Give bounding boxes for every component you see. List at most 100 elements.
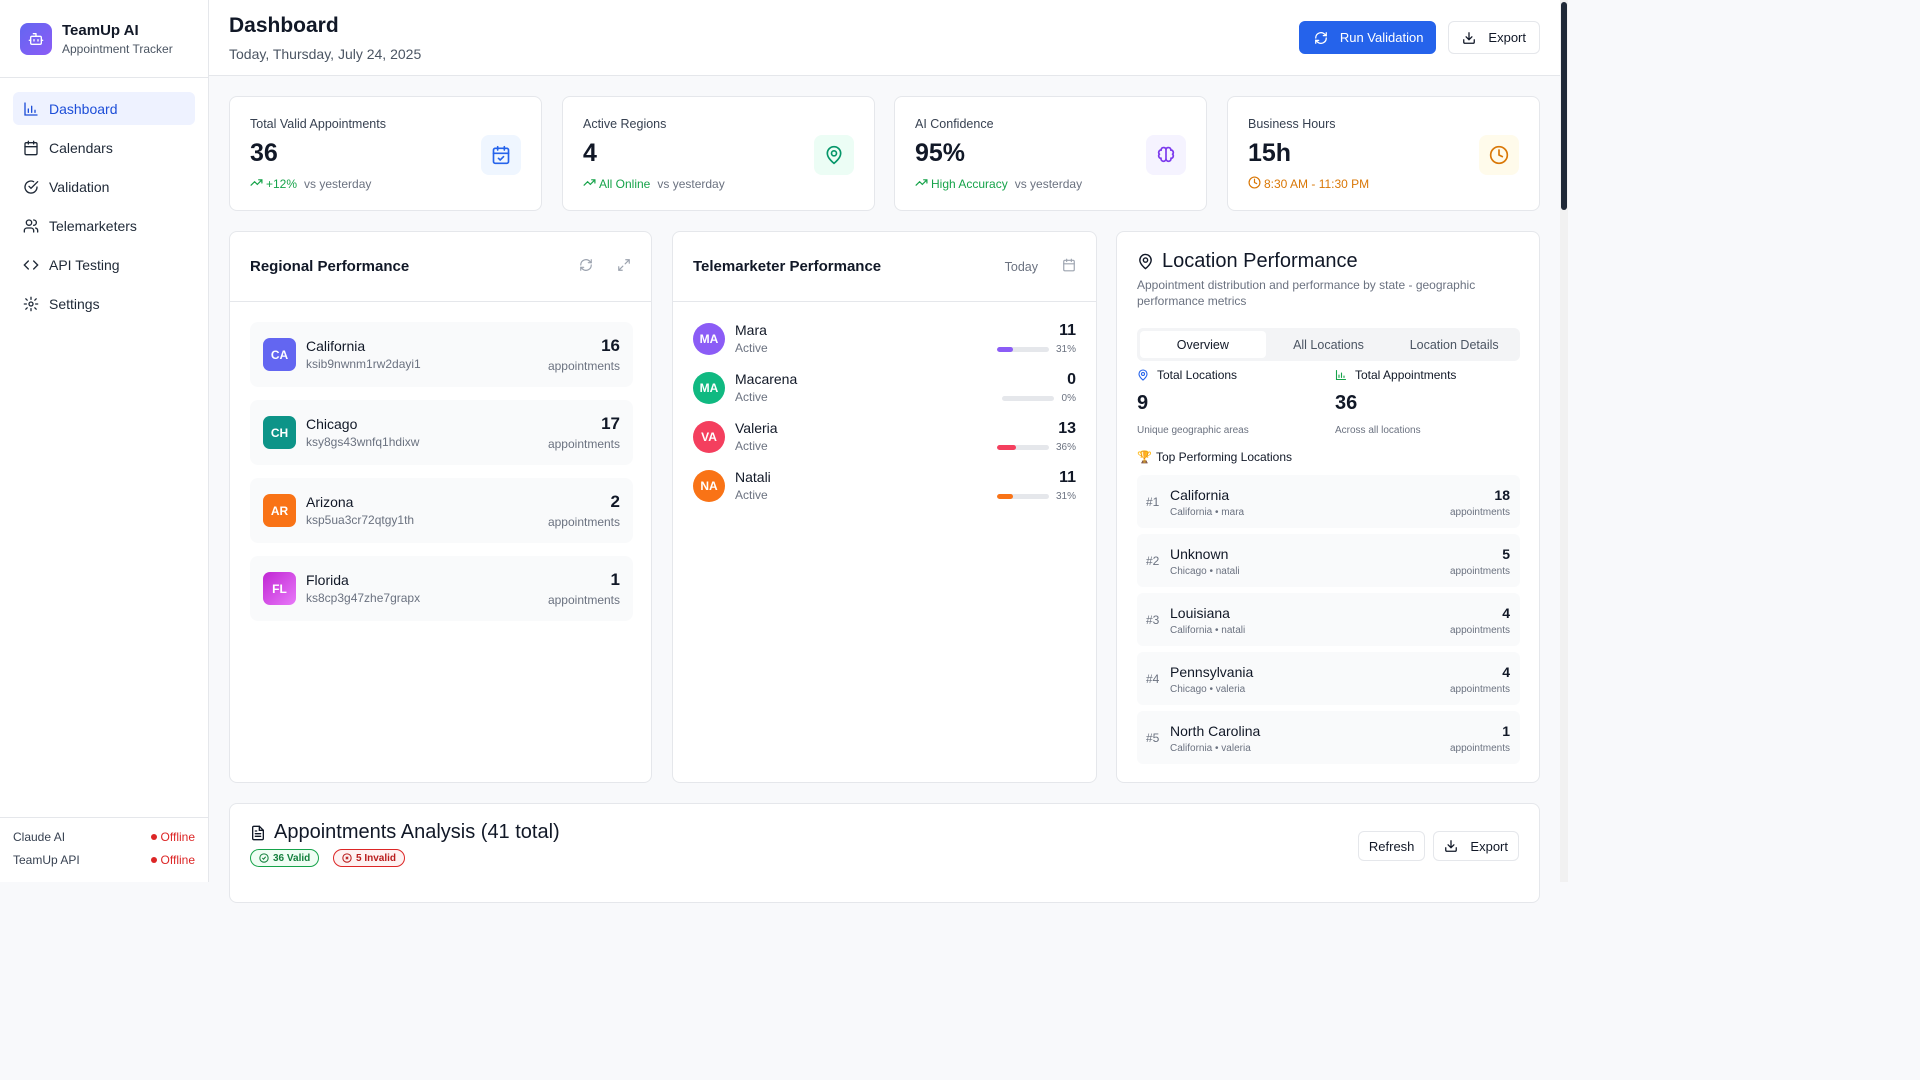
- region-item-california[interactable]: CA California ksib9nwnm1rw2dayi1 16 appo…: [250, 322, 633, 387]
- map-pin-icon: [814, 135, 854, 175]
- sidebar-item-label: API Testing: [49, 256, 120, 273]
- tab-all-locations[interactable]: All Locations: [1266, 331, 1392, 358]
- page-scrollbar[interactable]: [1560, 0, 1568, 882]
- total-locations-stat: Total Locations 9 Unique geographic area…: [1137, 368, 1317, 436]
- stat-card-ai-confidence: AI Confidence 95% High Accuracy vs yeste…: [894, 96, 1207, 211]
- x-circle-icon: [342, 853, 352, 863]
- region-unit: appointments: [547, 593, 620, 607]
- region-badge: CA: [263, 338, 296, 371]
- location-rank: #4: [1146, 672, 1160, 686]
- tab-location-details[interactable]: Location Details: [1391, 331, 1517, 358]
- location-sub: Chicago • natali: [1170, 566, 1240, 577]
- telemarketer-percent: 36%: [1055, 442, 1076, 453]
- stat-trend: +12% vs yesterday: [250, 176, 521, 192]
- top-locations-heading: 🏆 Top Performing Locations: [1137, 450, 1292, 464]
- telemarketer-item-valeria[interactable]: VA Valeria Active 13 36%: [693, 418, 1076, 458]
- location-unit: appointments: [1449, 507, 1510, 518]
- stat-trend: All Online vs yesterday: [583, 176, 854, 192]
- panel-tools: Today: [1005, 258, 1076, 276]
- valid-badge: 36 Valid: [250, 849, 320, 867]
- stat-compare: vs yesterday: [1014, 177, 1083, 191]
- total-appointments-note: Across all locations: [1335, 425, 1421, 436]
- sidebar-nav: Dashboard Calendars Validation Telemarke…: [0, 78, 208, 340]
- telemarketer-name: Valeria: [735, 420, 778, 436]
- total-locations-value: 9: [1137, 392, 1149, 414]
- sidebar-item-api-testing[interactable]: API Testing: [13, 248, 195, 281]
- telemarketer-item-natali[interactable]: NA Natali Active 11 31%: [693, 467, 1076, 507]
- stat-trend-text: 8:30 AM - 11:30 PM: [1264, 177, 1370, 191]
- tab-overview[interactable]: Overview: [1140, 331, 1266, 358]
- date-filter[interactable]: Today: [1005, 260, 1038, 274]
- location-tabs: Overview All Locations Location Details: [1137, 328, 1520, 361]
- location-description: Appointment distribution and performance…: [1137, 278, 1476, 308]
- analysis-actions: Refresh Export: [1357, 831, 1519, 861]
- top-location-item[interactable]: #4 Pennsylvania Chicago • valeria 4 appo…: [1137, 652, 1520, 705]
- panel-header: Regional Performance: [230, 232, 651, 302]
- stat-label: Active Regions: [583, 117, 667, 131]
- progress-bar: [997, 445, 1049, 450]
- refresh-icon[interactable]: [579, 258, 593, 276]
- regional-performance-panel: Regional Performance CA California ksib9…: [229, 231, 652, 783]
- telemarketer-item-mara[interactable]: MA Mara Active 11 31%: [693, 320, 1076, 360]
- sidebar-item-dashboard[interactable]: Dashboard: [13, 92, 195, 125]
- location-sub: Chicago • valeria: [1170, 684, 1246, 695]
- sidebar-item-label: Telemarketers: [49, 217, 137, 234]
- map-pin-icon: [1137, 369, 1149, 381]
- appointments-analysis-panel: Appointments Analysis (41 total) 36 Vali…: [229, 803, 1540, 903]
- sidebar-item-validation[interactable]: Validation: [13, 170, 195, 203]
- telemarketer-performance-panel: Telemarketer Performance Today MA Mara A…: [672, 231, 1097, 783]
- top-location-item[interactable]: #3 Louisiana California • natali 4 appoi…: [1137, 593, 1520, 646]
- region-name: California: [306, 338, 366, 354]
- sidebar-item-label: Dashboard: [49, 100, 118, 117]
- region-item-arizona[interactable]: AR Arizona ksp5ua3cr72qtgy1th 2 appointm…: [250, 478, 633, 543]
- service-teamup: TeamUp API Offline: [13, 853, 195, 867]
- region-id: ksp5ua3cr72qtgy1th: [306, 513, 415, 527]
- stat-compare: vs yesterday: [304, 177, 372, 191]
- panel-tools: [579, 258, 631, 276]
- clock-icon: [1248, 176, 1261, 192]
- analysis-export-button[interactable]: Export: [1433, 831, 1519, 861]
- telemarketer-percent: 31%: [1055, 491, 1076, 502]
- sidebar-item-settings[interactable]: Settings: [13, 287, 195, 320]
- region-item-florida[interactable]: FL Florida ks8cp3g47zhe7grapx 1 appointm…: [250, 556, 633, 621]
- location-count: 4: [1502, 664, 1510, 680]
- run-validation-button[interactable]: Run Validation: [1298, 21, 1437, 54]
- stat-compare: vs yesterday: [657, 177, 725, 191]
- brain-icon: [1146, 135, 1186, 175]
- location-name: North Carolina: [1170, 723, 1261, 739]
- sidebar-item-calendars[interactable]: Calendars: [13, 131, 195, 164]
- telemarketer-item-macarena[interactable]: MA Macarena Active 0 0%: [693, 369, 1076, 409]
- region-item-chicago[interactable]: CH Chicago ksy8gs43wnfq1hdixw 17 appoint…: [250, 400, 633, 465]
- stat-label: Business Hours: [1248, 117, 1336, 131]
- refresh-button[interactable]: Refresh: [1357, 831, 1426, 861]
- header-actions: Run Validation Export: [1298, 21, 1540, 54]
- region-badge: AR: [263, 494, 296, 527]
- region-count: 1: [610, 570, 620, 589]
- top-location-item[interactable]: #1 California California • mara 18 appoi…: [1137, 475, 1520, 528]
- location-rank: #5: [1146, 731, 1160, 745]
- location-performance-panel: Location Performance Appointment distrib…: [1116, 231, 1540, 783]
- top-location-item[interactable]: #5 North Carolina California • valeria 1…: [1137, 711, 1520, 764]
- panel-title: Regional Performance: [250, 258, 410, 275]
- total-appointments-value: 36: [1335, 392, 1358, 414]
- telemarketer-percent: 0%: [1061, 393, 1076, 404]
- region-id: ks8cp3g47zhe7grapx: [306, 591, 421, 605]
- trophy-icon: 🏆: [1137, 450, 1152, 464]
- bar-chart-icon: [1335, 369, 1347, 381]
- location-unit: appointments: [1449, 743, 1510, 754]
- check-circle-icon: [23, 179, 39, 195]
- panel-header: Telemarketer Performance Today: [673, 232, 1096, 302]
- region-count: 16: [601, 336, 620, 355]
- calendar-icon[interactable]: [1062, 258, 1076, 276]
- panel-title: Telemarketer Performance: [693, 258, 882, 275]
- telemarketer-name: Natali: [735, 469, 771, 485]
- location-count: 18: [1494, 487, 1510, 503]
- stat-trend: 8:30 AM - 11:30 PM: [1248, 176, 1519, 192]
- location-title: Location Performance: [1137, 250, 1358, 273]
- scrollbar-thumb[interactable]: [1561, 2, 1567, 210]
- expand-icon[interactable]: [617, 258, 631, 276]
- top-location-item[interactable]: #2 Unknown Chicago • natali 5 appointmen…: [1137, 534, 1520, 587]
- export-button[interactable]: Export: [1448, 21, 1540, 54]
- sidebar-item-telemarketers[interactable]: Telemarketers: [13, 209, 195, 242]
- refresh-icon: [1314, 31, 1328, 45]
